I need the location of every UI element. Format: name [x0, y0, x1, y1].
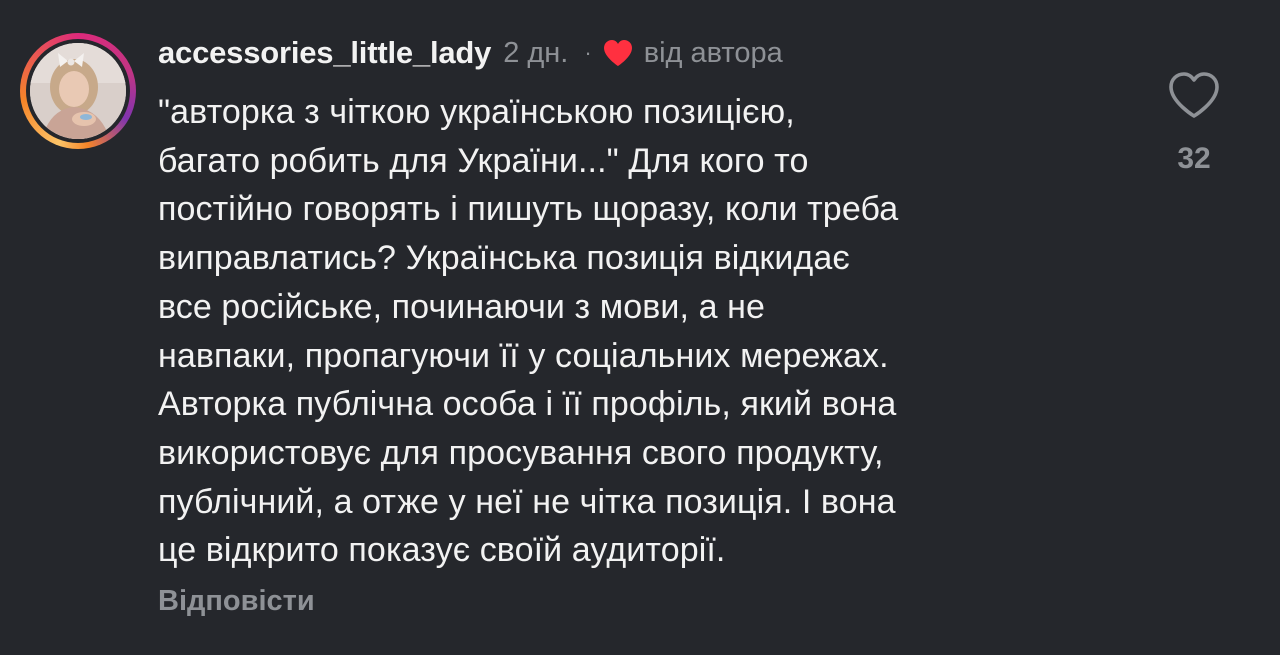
username-link[interactable]: accessories_little_lady [158, 35, 491, 71]
avatar-ring-gap [26, 39, 130, 143]
heart-filled-icon [602, 38, 634, 68]
separator-dot: · [584, 40, 592, 65]
liked-by-author-label: від автора [643, 36, 783, 69]
avatar-image [30, 43, 126, 139]
like-count: 32 [1177, 142, 1211, 175]
avatar[interactable] [20, 33, 136, 149]
comment-text: "авторка з чіткою українською позицією, … [158, 93, 899, 570]
timestamp: 2 дн. [503, 36, 569, 69]
comment-header: accessories_little_lady 2 дн. · від авто… [158, 30, 783, 76]
heart-outline-icon [1169, 72, 1219, 118]
reply-button[interactable]: Відповісти [158, 585, 315, 618]
comment: accessories_little_lady 2 дн. · від авто… [0, 0, 1280, 655]
like-button[interactable] [1166, 70, 1222, 122]
